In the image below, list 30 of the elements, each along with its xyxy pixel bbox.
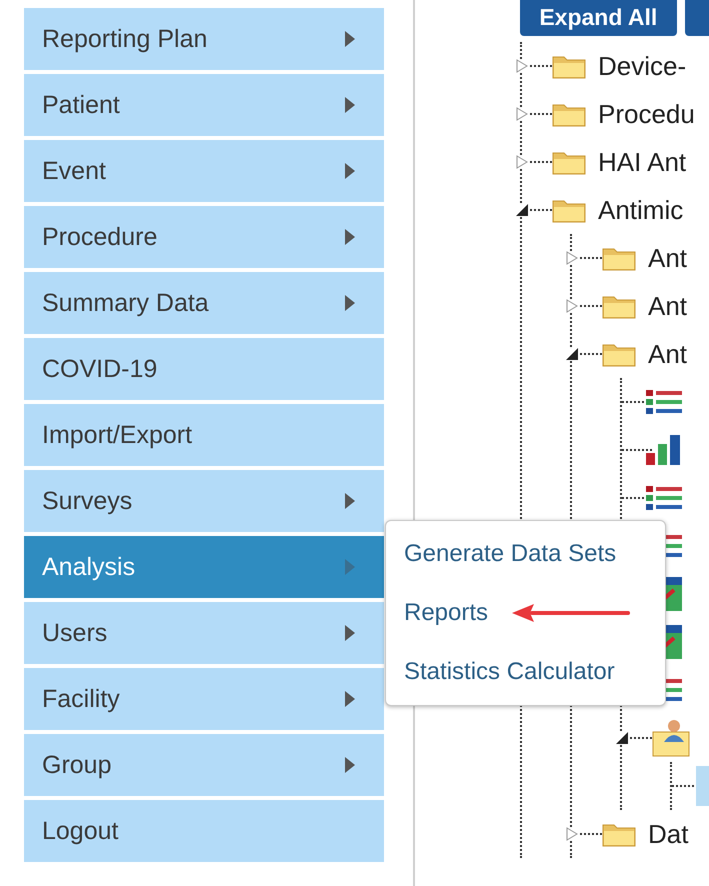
nav-item[interactable]: Analysis xyxy=(24,536,384,598)
menu-item[interactable]: Generate Data Sets xyxy=(404,540,616,568)
nav-item[interactable]: Event xyxy=(24,140,384,202)
nav-item[interactable]: COVID-19 xyxy=(24,338,384,400)
toolbar-button[interactable] xyxy=(684,0,709,36)
list-report-icon xyxy=(646,389,682,415)
nav-item[interactable]: Import/Export xyxy=(24,404,384,466)
nav-item[interactable]: Group xyxy=(24,734,384,796)
tree-item[interactable]: Device- xyxy=(598,50,686,82)
expand-button[interactable]: Expand All xyxy=(520,0,677,36)
tree-item[interactable]: HAI Ant xyxy=(598,146,686,178)
list-report-icon xyxy=(646,485,682,511)
bar-chart-icon xyxy=(646,435,682,465)
tree-item[interactable]: Ant xyxy=(648,338,688,370)
person-folder-icon xyxy=(652,718,692,758)
nav-item[interactable]: Users xyxy=(24,602,384,664)
nav-item[interactable]: Summary Data xyxy=(24,272,384,334)
tree-item[interactable]: Ant xyxy=(648,242,688,274)
tree-item[interactable]: Antimic xyxy=(598,194,684,226)
nav-item[interactable]: Facility xyxy=(24,668,384,730)
tree-item[interactable]: Ant xyxy=(648,290,688,322)
menu-item[interactable]: Reports xyxy=(404,598,488,627)
nav-item[interactable]: Surveys xyxy=(24,470,384,532)
menu-item[interactable]: Statistics Calculator xyxy=(404,658,615,686)
tree-item[interactable]: Procedu xyxy=(598,98,695,130)
nav-item[interactable]: Logout xyxy=(24,800,384,862)
nav-item[interactable]: Patient xyxy=(24,74,384,136)
nav-item[interactable]: Reporting Plan xyxy=(24,8,384,70)
tree-item[interactable]: Dat xyxy=(648,818,688,850)
nav-item[interactable]: Procedure xyxy=(24,206,384,268)
